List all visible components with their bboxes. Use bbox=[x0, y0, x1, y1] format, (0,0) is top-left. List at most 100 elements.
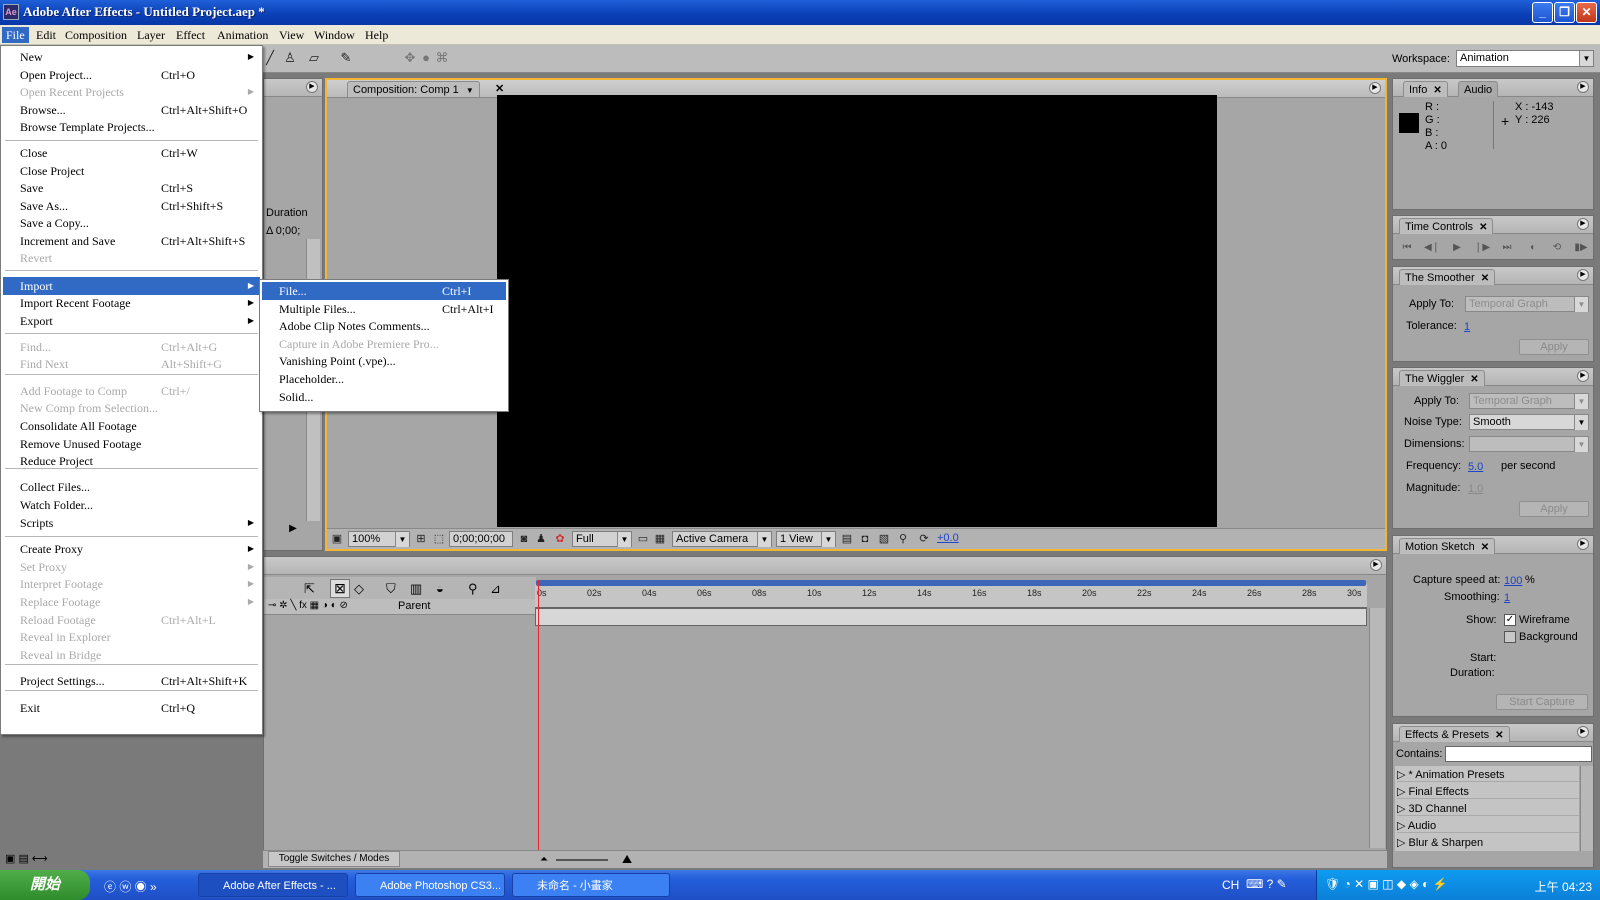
zoom-select[interactable]: 100% ▼ bbox=[348, 531, 410, 547]
file-menu-item[interactable]: Exit Ctrl+Q bbox=[3, 699, 260, 717]
safe-zones-icon[interactable]: ⊞ bbox=[414, 532, 428, 546]
tab-info[interactable]: Info ✕ bbox=[1403, 81, 1448, 97]
close-icon[interactable]: ✕ bbox=[1481, 273, 1489, 284]
first-frame-icon[interactable]: ⏮ bbox=[1398, 241, 1416, 255]
axis-view-icon[interactable]: ⌘ bbox=[434, 50, 450, 66]
panel-menu-icon[interactable]: ▶ bbox=[1577, 269, 1589, 281]
menu-composition[interactable]: Composition bbox=[61, 27, 131, 43]
file-menu-item[interactable]: New ▶ bbox=[3, 48, 260, 66]
dimensions-select[interactable]: ▼ bbox=[1469, 436, 1589, 452]
live-update-icon[interactable]: ⊠ bbox=[330, 579, 350, 598]
camera-select[interactable]: Active Camera ▼ bbox=[672, 531, 772, 547]
toggle-switches-modes-button[interactable]: Toggle Switches / Modes bbox=[268, 851, 400, 867]
fast-previews-icon[interactable]: ◘ bbox=[858, 532, 872, 546]
effects-scrollbar[interactable] bbox=[1580, 766, 1593, 851]
close-icon[interactable]: ✕ bbox=[1470, 374, 1478, 385]
smoother-apply-button[interactable]: Apply bbox=[1519, 339, 1589, 355]
panel-menu-icon[interactable]: ▶ bbox=[1577, 726, 1589, 738]
file-menu-item[interactable]: Browse... Ctrl+Alt+Shift+O bbox=[3, 101, 260, 119]
close-icon[interactable]: ✕ bbox=[1495, 730, 1503, 741]
file-menu-item[interactable]: Export ▶ bbox=[3, 312, 260, 330]
clone-stamp-icon[interactable]: ♙ bbox=[282, 50, 298, 66]
import-menu-item[interactable]: File... Ctrl+I bbox=[262, 282, 506, 300]
audio-icon[interactable]: ◖ bbox=[1523, 241, 1541, 255]
timeline-scrollbar[interactable] bbox=[1369, 608, 1385, 848]
file-menu-item[interactable]: Save As... Ctrl+Shift+S bbox=[3, 197, 260, 215]
import-menu-item[interactable]: Adobe Clip Notes Comments... bbox=[262, 317, 506, 335]
duration-column-header[interactable]: Duration bbox=[266, 207, 308, 219]
always-preview-icon[interactable]: ▣ bbox=[330, 532, 344, 546]
effects-list-item[interactable]: ▷ Final Effects bbox=[1397, 785, 1579, 799]
frame-blending-icon[interactable]: ▥ bbox=[410, 581, 422, 597]
ram-preview-icon[interactable]: ▮▶ bbox=[1572, 241, 1590, 255]
eraser-icon[interactable]: ▱ bbox=[306, 50, 322, 66]
flowchart-icon[interactable]: ⚲ bbox=[896, 532, 910, 546]
quick-launch-icons[interactable]: ⓔ ⓦ ◉ » bbox=[104, 878, 157, 895]
work-area-bar[interactable] bbox=[536, 580, 1366, 586]
toggle-pixel-aspect-icon[interactable]: ▤ bbox=[840, 532, 854, 546]
motion-blur-icon[interactable]: ◒ bbox=[436, 581, 444, 596]
resolution-select[interactable]: Full ▼ bbox=[572, 531, 632, 547]
region-of-interest-icon[interactable]: ▭ bbox=[636, 532, 650, 546]
start-button[interactable]: 開始 bbox=[0, 870, 90, 900]
import-menu-item[interactable]: Solid... bbox=[262, 388, 506, 406]
tolerance-value[interactable]: 1 bbox=[1464, 321, 1470, 333]
pen-icon[interactable]: ╱ bbox=[262, 50, 278, 66]
loop-icon[interactable]: ⟲ bbox=[1548, 241, 1566, 255]
close-icon[interactable]: ✕ bbox=[495, 82, 504, 95]
snapshot-icon[interactable]: ◙ bbox=[517, 532, 531, 546]
zoom-out-icon[interactable]: ⏶ bbox=[540, 854, 548, 865]
tab-wiggler[interactable]: The Wiggler ✕ bbox=[1399, 370, 1485, 386]
previous-frame-icon[interactable]: ◀❘ bbox=[1423, 241, 1441, 255]
chevron-down-icon[interactable]: ▼ bbox=[466, 86, 474, 95]
axis-world-icon[interactable]: ● bbox=[418, 50, 434, 66]
close-button[interactable]: ✕ bbox=[1576, 2, 1597, 23]
menu-layer[interactable]: Layer bbox=[133, 27, 169, 43]
close-icon[interactable]: ✕ bbox=[1481, 542, 1489, 553]
comp-duration-bar[interactable] bbox=[535, 608, 1367, 626]
play-icon[interactable]: ▶ bbox=[1448, 241, 1466, 255]
parent-column-header[interactable]: Parent bbox=[398, 600, 430, 612]
menu-animation[interactable]: Animation bbox=[213, 27, 272, 43]
smoothing-value[interactable]: 1 bbox=[1504, 592, 1510, 604]
wiggler-apply-button[interactable]: Apply bbox=[1519, 501, 1589, 517]
effects-list-item[interactable]: ▷ Blur & Sharpen bbox=[1397, 836, 1579, 849]
ime-icons[interactable]: ⌨ ? ✎ bbox=[1246, 877, 1287, 891]
exposure-value[interactable]: +0.0 bbox=[937, 532, 959, 544]
tab-motion-sketch[interactable]: Motion Sketch ✕ bbox=[1399, 538, 1496, 554]
start-capture-button[interactable]: Start Capture bbox=[1496, 694, 1588, 710]
smoother-apply-to-select[interactable]: Temporal Graph ▼ bbox=[1465, 296, 1589, 312]
file-menu-item[interactable]: Browse Template Projects... bbox=[3, 118, 260, 136]
panel-menu-icon[interactable]: ▶ bbox=[1577, 538, 1589, 550]
panel-menu-icon[interactable]: ▶ bbox=[1577, 81, 1589, 93]
next-frame-icon[interactable]: ❘▶ bbox=[1473, 241, 1491, 255]
zoom-in-icon[interactable]: ⛰ bbox=[622, 852, 632, 867]
file-menu-item[interactable]: Watch Folder... bbox=[3, 496, 260, 514]
close-icon[interactable]: ✕ bbox=[1433, 85, 1441, 96]
brainstorm-icon[interactable]: ⚲ bbox=[468, 581, 478, 597]
file-menu-item[interactable]: Open Project... Ctrl+O bbox=[3, 66, 260, 84]
capture-speed-value[interactable]: 100 bbox=[1504, 575, 1522, 587]
hide-shy-layers-icon[interactable]: ⛉ bbox=[386, 581, 396, 597]
file-menu-item[interactable]: Project Settings... Ctrl+Alt+Shift+K bbox=[3, 672, 260, 690]
draft-3d-icon[interactable]: ◇ bbox=[354, 581, 364, 597]
file-menu-item[interactable]: Collect Files... bbox=[3, 478, 260, 496]
panel-menu-icon[interactable]: ▶ bbox=[306, 81, 318, 93]
last-frame-icon[interactable]: ⏭ bbox=[1498, 241, 1516, 255]
file-menu-item[interactable]: Close Ctrl+W bbox=[3, 144, 260, 162]
exposure-reset-icon[interactable]: ⟳ bbox=[917, 532, 931, 546]
axis-local-icon[interactable]: ✥ bbox=[402, 50, 418, 66]
timeline-zoom-slider[interactable] bbox=[556, 859, 608, 861]
puppet-pin-icon[interactable]: ✎ bbox=[338, 50, 354, 66]
effects-list-item[interactable]: ▷ 3D Channel bbox=[1397, 802, 1579, 816]
file-menu-item[interactable]: Consolidate All Footage bbox=[3, 417, 260, 435]
restore-button[interactable]: ❐ bbox=[1554, 2, 1575, 23]
menu-view[interactable]: View bbox=[275, 27, 308, 43]
tab-effects-presets[interactable]: Effects & Presets ✕ bbox=[1399, 726, 1510, 742]
panel-menu-icon[interactable]: ▶ bbox=[1370, 559, 1382, 571]
transparency-grid-icon[interactable]: ▦ bbox=[653, 532, 667, 546]
workspace-select[interactable]: Animation ▼ bbox=[1456, 50, 1594, 67]
tab-time-controls[interactable]: Time Controls ✕ bbox=[1399, 218, 1494, 234]
taskbar-item-paint[interactable]: 未命名 - 小畫家 bbox=[512, 873, 670, 897]
file-menu-item[interactable]: Import Recent Footage ▶ bbox=[3, 294, 260, 312]
